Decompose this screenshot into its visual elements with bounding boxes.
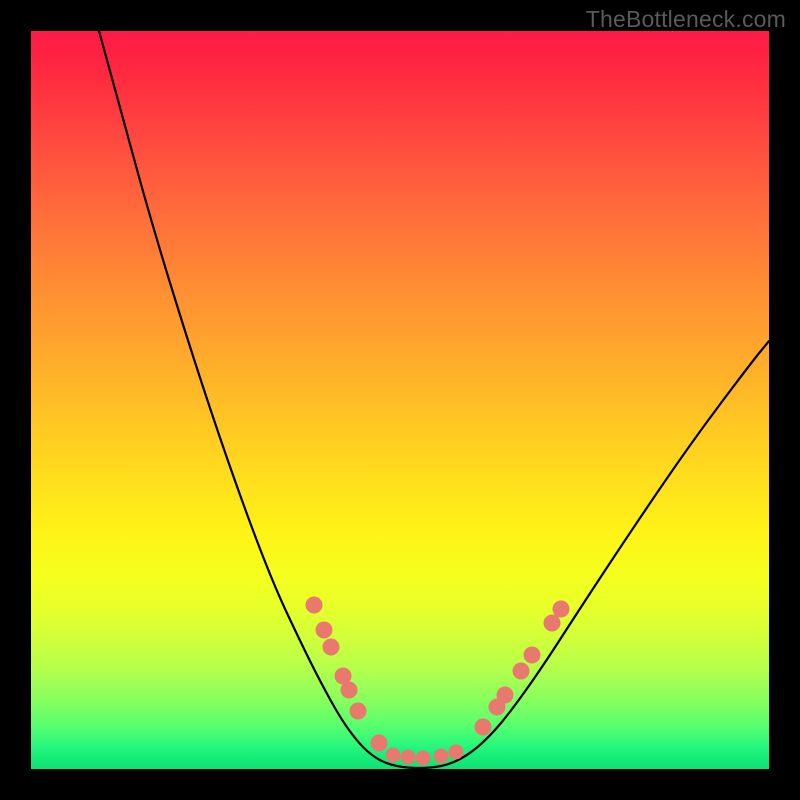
- curve-dot: [475, 719, 492, 736]
- curve-dot: [524, 647, 541, 664]
- curve-dot: [449, 745, 464, 760]
- bottleneck-curve: [99, 31, 769, 768]
- curve-dot: [513, 663, 530, 680]
- curve-dot: [306, 597, 323, 614]
- curve-dot: [553, 601, 570, 618]
- curve-dot: [341, 682, 358, 699]
- curve-dot: [497, 687, 514, 704]
- curve-dot: [386, 748, 401, 763]
- watermark-text: TheBottleneck.com: [586, 6, 786, 33]
- curve-dot: [544, 615, 561, 632]
- curve-dot: [316, 622, 333, 639]
- curve-dot: [323, 639, 340, 656]
- chart-svg: [31, 31, 769, 769]
- curve-dot: [371, 735, 388, 752]
- chart-frame: TheBottleneck.com: [0, 0, 800, 800]
- curve-dot: [401, 750, 416, 765]
- curve-dot: [416, 751, 431, 766]
- curve-dots-right: [475, 601, 570, 736]
- curve-dot: [434, 749, 449, 764]
- curve-dot: [350, 703, 367, 720]
